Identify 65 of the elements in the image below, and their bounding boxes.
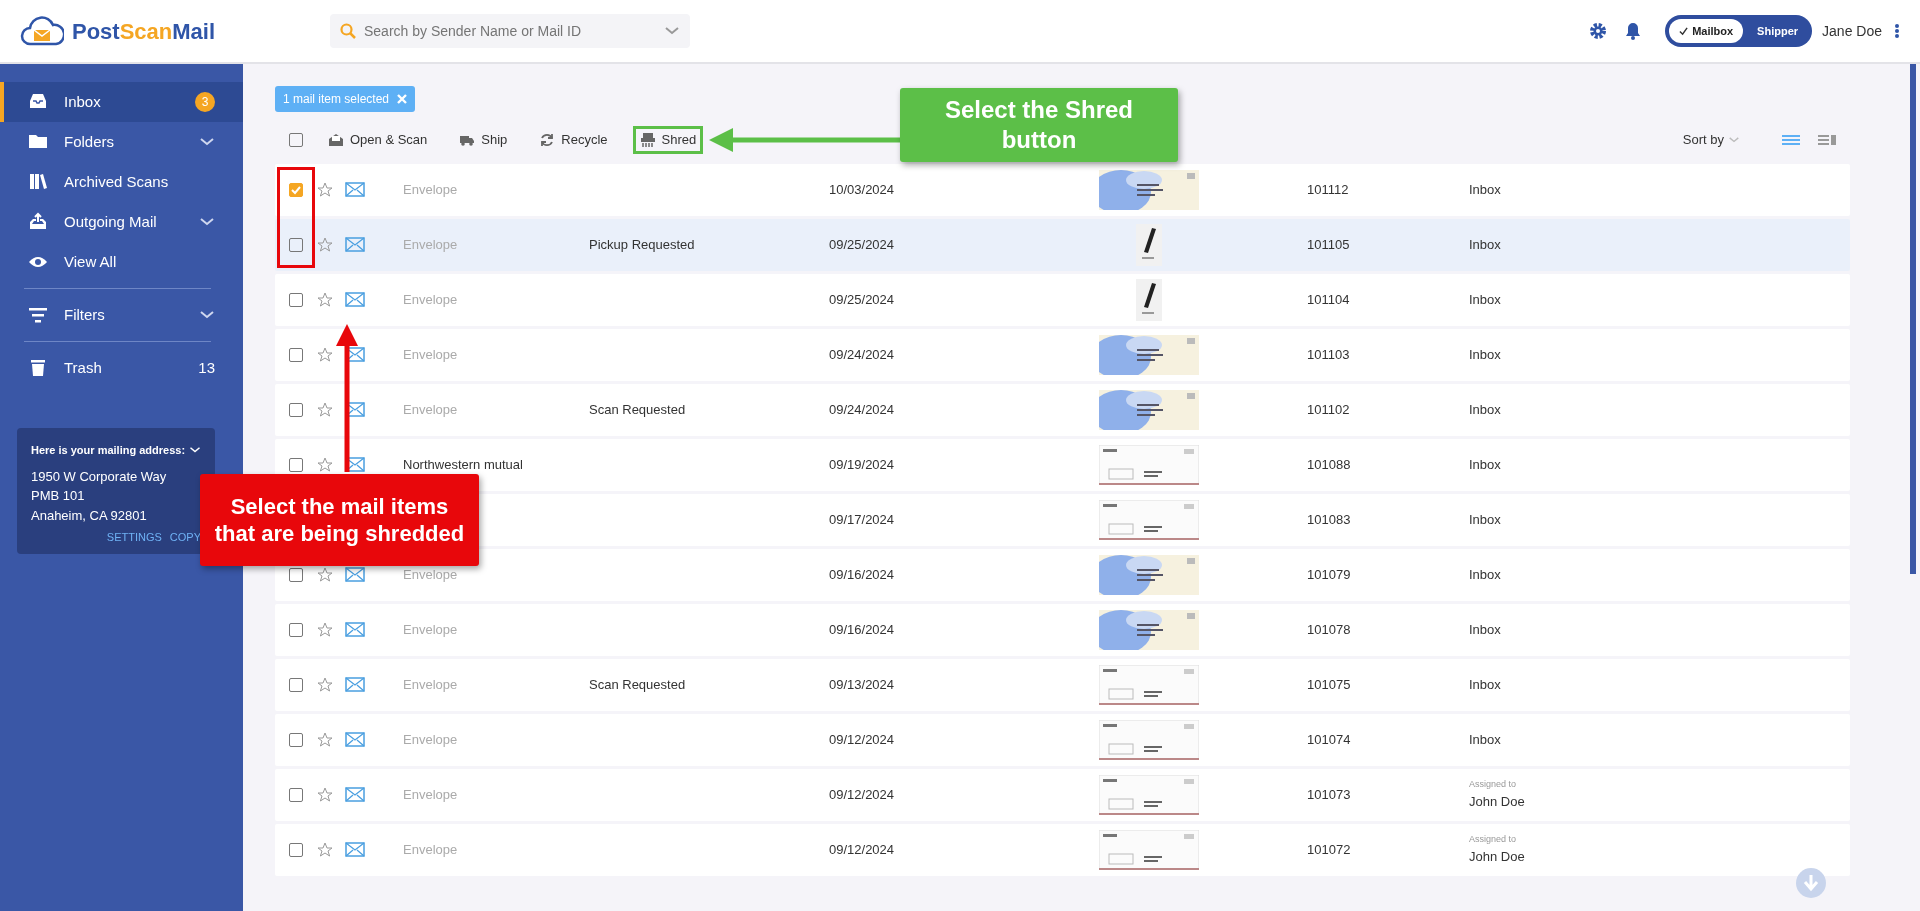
date-text: 09/24/2024 xyxy=(829,401,895,417)
mail-id: 101083 xyxy=(1307,511,1351,527)
assigned-label: Assigned to xyxy=(1469,833,1518,846)
folder-name: Inbox xyxy=(1469,291,1501,307)
sender-name: Envelope xyxy=(403,786,458,802)
status-text: Scan Requested xyxy=(589,676,686,692)
instruction-tooltip: Select the mail items that are being shredded xyxy=(200,474,479,566)
sender-name: Envelope xyxy=(403,401,458,417)
folder-name: Inbox xyxy=(1469,731,1501,747)
date-text: 10/03/2024 xyxy=(829,181,895,197)
sender-name: Envelope xyxy=(403,346,458,362)
mail-id: 101103 xyxy=(1307,346,1350,362)
sender-name: Northwestern mutual xyxy=(403,456,523,472)
folder-name: Inbox xyxy=(1469,236,1501,252)
folder-name: Inbox xyxy=(1469,676,1501,692)
status-text: Pickup Requested xyxy=(589,236,695,252)
date-text: 09/16/2024 xyxy=(829,566,895,582)
date-text: 09/19/2024 xyxy=(829,456,895,472)
mail-id: 101073 xyxy=(1307,786,1351,802)
item-count: 13 xyxy=(198,357,215,378)
mail-id: 101105 xyxy=(1307,236,1350,252)
assignee-name: John Doe xyxy=(1469,792,1525,811)
date-text: 09/12/2024 xyxy=(829,786,895,802)
date-text: 09/16/2024 xyxy=(829,621,895,637)
mail-id: 101072 xyxy=(1307,841,1351,857)
mail-id: 101078 xyxy=(1307,621,1351,637)
folder-name: Inbox xyxy=(1469,511,1501,527)
date-text: 09/17/2024 xyxy=(829,511,895,527)
sender-name: Envelope xyxy=(403,731,458,747)
folder-name: Inbox xyxy=(1469,566,1501,582)
folder-name: Inbox xyxy=(1469,621,1501,637)
sender-name: Envelope xyxy=(403,566,458,582)
selection-count: 1 mail item selected xyxy=(283,91,390,108)
address-line: PMB 101 xyxy=(31,487,86,505)
address-title: Here is your mailing address: xyxy=(31,443,186,458)
date-text: 09/24/2024 xyxy=(829,346,895,362)
count-badge: 3 xyxy=(195,92,215,112)
mail-id: 101102 xyxy=(1307,401,1350,417)
folder-name: Inbox xyxy=(1469,346,1501,362)
date-text: 09/25/2024 xyxy=(829,236,895,252)
date-text: 09/12/2024 xyxy=(829,841,895,857)
date-text: 09/25/2024 xyxy=(829,291,895,307)
folder-name: Inbox xyxy=(1469,456,1501,472)
mail-id: 101079 xyxy=(1307,566,1351,582)
address-line: Anaheim, CA 92801 xyxy=(31,506,148,525)
date-text: 09/12/2024 xyxy=(829,731,895,747)
sender-name: Envelope xyxy=(403,291,458,307)
mail-id: 101074 xyxy=(1307,731,1351,747)
mail-id: 101112 xyxy=(1307,181,1349,197)
instruction-tooltip: Select the Shred button xyxy=(900,88,1178,162)
sender-name: Envelope xyxy=(403,181,458,197)
sender-name: Envelope xyxy=(403,621,458,637)
assigned-label: Assigned to xyxy=(1469,778,1518,791)
assignee-name: John Doe xyxy=(1469,847,1525,866)
mail-id: 101088 xyxy=(1307,456,1351,472)
mail-id: 101075 xyxy=(1307,676,1351,692)
sender-name: Envelope xyxy=(403,676,458,692)
status-text: Scan Requested xyxy=(589,401,686,417)
folder-name: Inbox xyxy=(1469,401,1501,417)
sender-name: Envelope xyxy=(403,236,458,252)
address-line: 1950 W Corporate Way xyxy=(31,467,168,486)
folder-name: Inbox xyxy=(1469,181,1501,197)
sender-name: Envelope xyxy=(403,841,458,857)
mail-id: 101104 xyxy=(1307,291,1350,307)
date-text: 09/13/2024 xyxy=(829,676,895,692)
